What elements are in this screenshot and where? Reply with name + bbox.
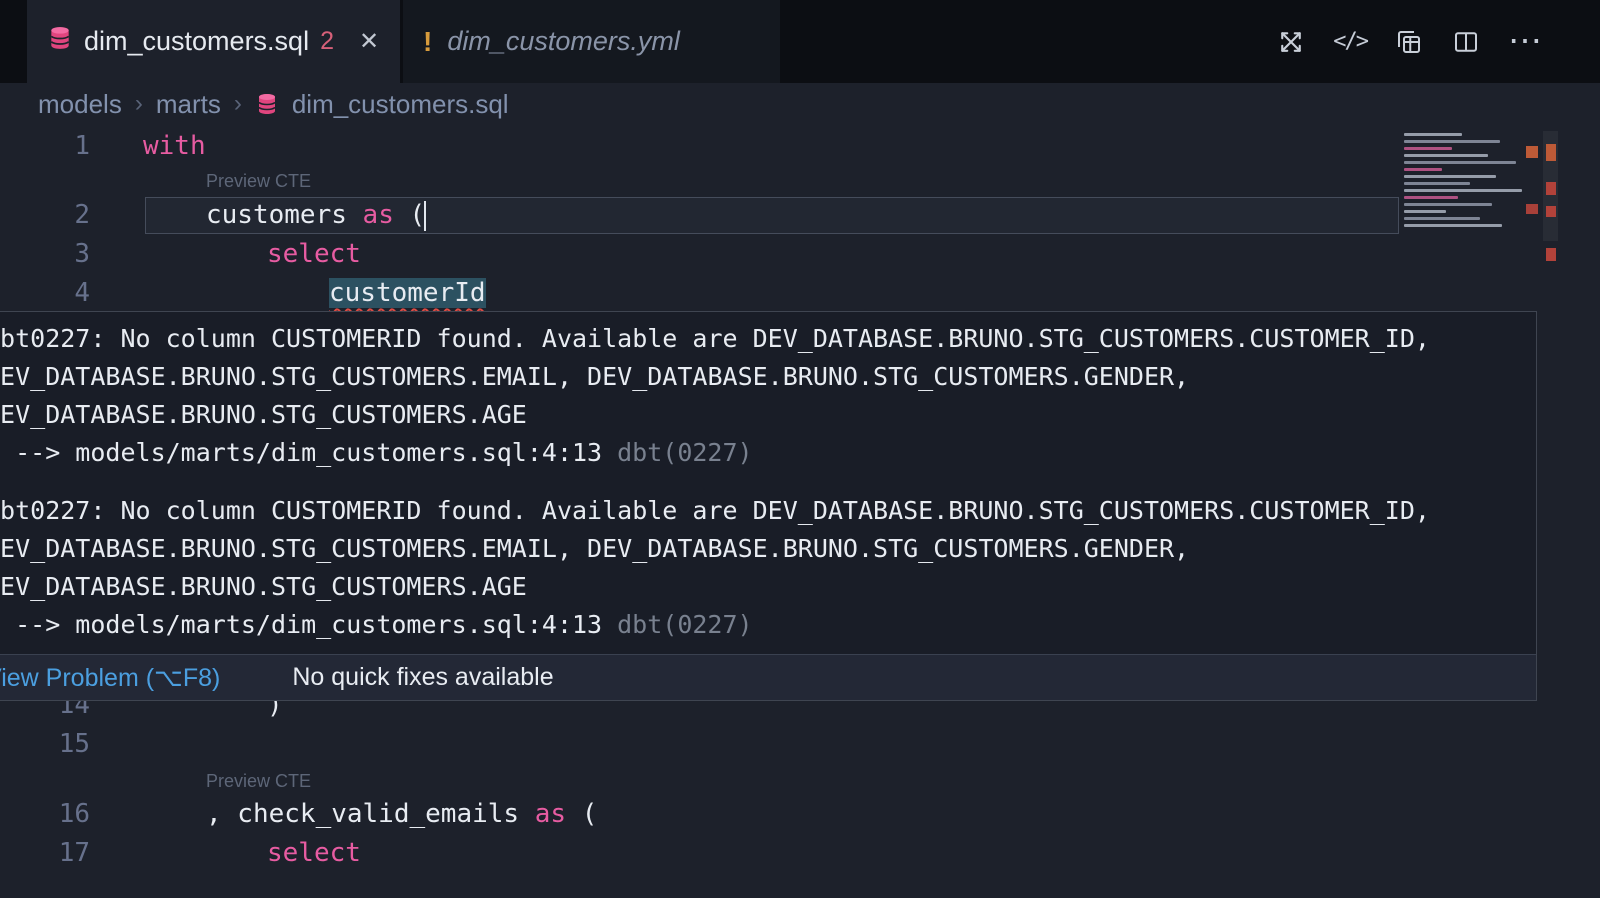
line-number: 2 bbox=[0, 196, 90, 235]
diagnostic-message: dbt0227: No column CUSTOMERID found. Ava… bbox=[0, 492, 1536, 644]
tab-dim-customers-sql[interactable]: dim_customers.sql 2 ✕ bbox=[27, 0, 400, 83]
overview-ruler-error-mark bbox=[1546, 248, 1556, 261]
line-number: 1 bbox=[0, 127, 90, 166]
code-line-3[interactable]: 3 select bbox=[0, 235, 1600, 274]
overview-ruler-error-mark bbox=[1546, 206, 1556, 217]
line-number: 3 bbox=[0, 235, 90, 274]
code-line-2[interactable]: 2 customers as ( bbox=[0, 196, 1600, 235]
view-problem-link[interactable]: View Problem (⌥F8) bbox=[0, 663, 220, 693]
problem-popup-footer: View Problem (⌥F8) No quick fixes availa… bbox=[0, 654, 1536, 700]
diagnostic-source: dbt(0227) bbox=[617, 610, 752, 639]
line-number: 15 bbox=[0, 725, 90, 764]
line-number: 4 bbox=[0, 274, 90, 313]
tab-bar: dim_customers.sql 2 ✕ ! dim_customers.ym… bbox=[0, 0, 1600, 83]
duplicate-table-icon[interactable] bbox=[1394, 27, 1424, 57]
tab-title: dim_customers.yml bbox=[447, 26, 680, 57]
code-line-1[interactable]: 1 with bbox=[0, 127, 1600, 166]
diagnostic-source: dbt(0227) bbox=[617, 438, 752, 467]
breadcrumb-file[interactable]: dim_customers.sql bbox=[292, 89, 509, 120]
overview-ruler-error-mark bbox=[1546, 182, 1556, 195]
line-number: 16 bbox=[0, 795, 90, 834]
close-icon[interactable]: ✕ bbox=[359, 27, 379, 56]
code-line-15[interactable]: 15 bbox=[0, 725, 1600, 764]
code-line-4[interactable]: 4 customerId bbox=[0, 274, 1600, 313]
breadcrumb: models › marts › dim_customers.sql bbox=[0, 83, 1600, 125]
problem-hover-popup: dbt0227: No column CUSTOMERID found. Ava… bbox=[0, 311, 1537, 701]
text-cursor bbox=[424, 201, 426, 231]
code-line-16[interactable]: 16 , check_valid_emails as ( bbox=[0, 795, 1600, 834]
diagnostic-message: dbt0227: No column CUSTOMERID found. Ava… bbox=[0, 320, 1536, 472]
tab-title: dim_customers.sql bbox=[84, 26, 309, 57]
warning-icon: ! bbox=[423, 26, 432, 58]
more-actions-icon[interactable]: ⋯ bbox=[1508, 33, 1542, 50]
minimap-error-marker bbox=[1526, 146, 1538, 158]
overview-ruler-error-mark bbox=[1546, 144, 1556, 161]
chevron-right-icon: › bbox=[135, 90, 143, 118]
chevron-right-icon: › bbox=[234, 90, 242, 118]
tab-modified-badge: 2 bbox=[320, 27, 334, 56]
editor-window: dim_customers.sql 2 ✕ ! dim_customers.ym… bbox=[0, 0, 1600, 898]
database-icon bbox=[47, 25, 73, 58]
minimap-error-marker bbox=[1526, 204, 1538, 214]
code-line-17[interactable]: 17 select bbox=[0, 834, 1600, 873]
codelens-preview-cte[interactable]: Preview CTE bbox=[206, 766, 311, 797]
compiled-code-icon[interactable]: </> bbox=[1333, 29, 1367, 54]
minimap[interactable] bbox=[1404, 131, 1537, 235]
split-editor-icon[interactable] bbox=[1451, 27, 1481, 57]
breadcrumb-marts[interactable]: marts bbox=[156, 89, 221, 120]
line-number: 17 bbox=[0, 834, 90, 873]
error-token-customerid: customerId bbox=[329, 278, 486, 308]
codelens-preview-cte[interactable]: Preview CTE bbox=[206, 166, 311, 197]
diagonal-arrows-icon[interactable] bbox=[1276, 27, 1306, 57]
breadcrumb-models[interactable]: models bbox=[38, 89, 122, 120]
editor-toolbar: </> ⋯ bbox=[1276, 0, 1600, 83]
database-icon bbox=[255, 92, 279, 116]
tab-dim-customers-yml[interactable]: ! dim_customers.yml bbox=[403, 0, 780, 83]
no-quick-fixes-label: No quick fixes available bbox=[292, 663, 553, 692]
